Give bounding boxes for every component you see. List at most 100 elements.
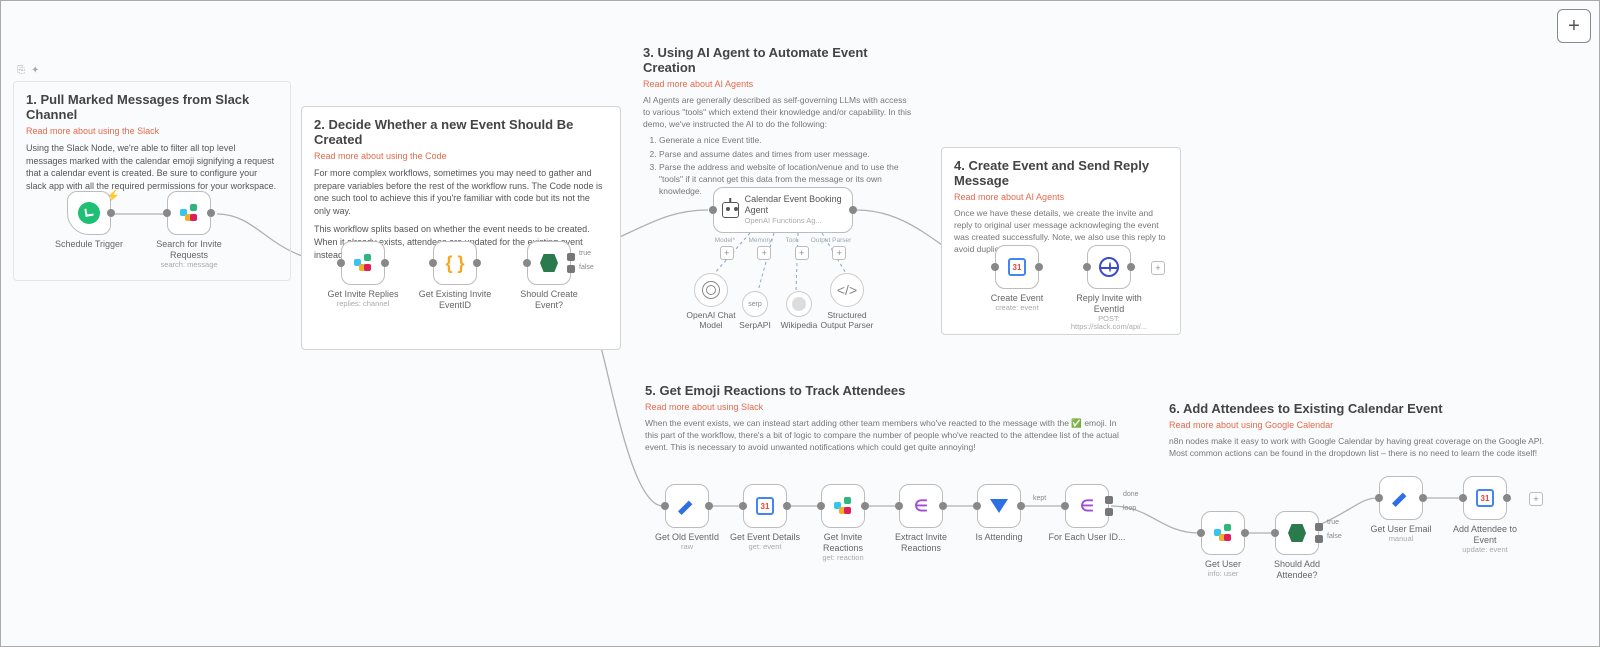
node-get-user-email[interactable]: Get User Email manual	[1361, 476, 1441, 543]
section-2-panel: 2. Decide Whether a new Event Should Be …	[301, 106, 621, 350]
section-6-title: 6. Add Attendees to Existing Calendar Ev…	[1169, 401, 1549, 416]
node-sublabel: info: user	[1183, 570, 1263, 578]
node-label: SerpAPI	[733, 320, 777, 330]
section-3-desc: AI Agents are generally described as sel…	[643, 95, 915, 131]
switch-icon	[540, 254, 558, 272]
code-output-icon: </>	[837, 282, 857, 298]
node-openai-model[interactable]: OpenAI Chat Model	[683, 273, 739, 330]
filter-kept-label: kept	[1033, 495, 1046, 502]
section-1-link[interactable]: Read more about using the Slack	[26, 126, 278, 136]
branch-false-label: false	[579, 264, 594, 271]
switch-icon	[1288, 524, 1306, 542]
code-icon: { }	[445, 253, 464, 274]
branch-true-label: true	[579, 250, 591, 257]
node-get-user[interactable]: Get User info: user	[1183, 511, 1263, 578]
node-sublabel: raw	[647, 543, 727, 551]
node-should-create-event[interactable]: Should Create Event?	[509, 241, 589, 311]
node-sublabel: POST: https://slack.com/api/...	[1069, 315, 1149, 332]
agent-add-memory[interactable]: +	[757, 246, 771, 260]
node-is-attending[interactable]: Is Attending	[959, 484, 1039, 543]
node-for-each-user[interactable]: ∈ For Each User ID...	[1047, 484, 1127, 543]
agent-port-parser: Output Parser	[811, 237, 851, 244]
agent-add-model[interactable]: +	[720, 246, 734, 260]
wikipedia-icon	[792, 297, 806, 311]
node-wikipedia[interactable]: Wikipedia	[777, 291, 821, 330]
node-get-replies[interactable]: Get Invite Replies replies: channel	[323, 241, 403, 308]
workflow-canvas[interactable]: + ⎘✦ 1. Pull Marked Messages from S	[0, 0, 1600, 647]
node-label: Should Add Attendee?	[1257, 559, 1337, 581]
slack-icon	[1214, 524, 1232, 542]
node-sublabel: get: event	[725, 543, 805, 551]
node-label: Is Attending	[959, 532, 1039, 543]
node-label: Reply Invite with EventId	[1069, 293, 1149, 315]
node-label: OpenAI Chat Model	[683, 310, 739, 330]
panel-handle-icons: ⎘✦	[17, 65, 39, 76]
node-reply-invite[interactable]: Reply Invite with EventId POST: https://…	[1069, 245, 1149, 331]
slack-icon	[834, 497, 852, 515]
extract-icon: ∈	[914, 496, 928, 516]
node-old-eventid[interactable]: Get Old EventId raw	[647, 484, 727, 551]
loop-icon: ∈	[1080, 496, 1094, 516]
add-after-attendee[interactable]: +	[1529, 492, 1543, 506]
node-label: Wikipedia	[777, 320, 821, 330]
node-sublabel: replies: channel	[323, 300, 403, 308]
node-output-parser[interactable]: </> Structured Output Parser	[819, 273, 875, 330]
openai-icon	[702, 281, 720, 299]
branch-true-label-2: true	[1327, 519, 1339, 526]
agent-add-parser[interactable]: +	[832, 246, 846, 260]
node-get-existing-eventid[interactable]: { } Get Existing Invite EventID	[415, 241, 495, 311]
node-label: Get Invite Reactions	[803, 532, 883, 554]
pencil-icon	[678, 497, 696, 515]
node-label: Extract Invite Reactions	[881, 532, 961, 554]
section-2-title: 2. Decide Whether a new Event Should Be …	[314, 117, 608, 147]
node-sublabel: get: reaction	[803, 554, 883, 562]
node-should-add-attendee[interactable]: Should Add Attendee?	[1257, 511, 1337, 581]
node-label: Add Attendee to Event	[1445, 524, 1525, 546]
loop-loop-label: loop	[1123, 505, 1136, 512]
node-event-details[interactable]: Get Event Details get: event	[725, 484, 805, 551]
node-sublabel: update: event	[1445, 546, 1525, 554]
section-3-title: 3. Using AI Agent to Automate Event Crea…	[643, 45, 915, 75]
node-search-invites[interactable]: Search for Invite Requests search: messa…	[149, 191, 229, 269]
node-sublabel: search: message	[149, 261, 229, 269]
node-sublabel: manual	[1361, 535, 1441, 543]
node-label: Calendar Event Booking Agent	[745, 194, 842, 214]
filter-icon	[990, 499, 1008, 513]
node-ai-agent[interactable]: Calendar Event Booking Agent OpenAI Funct…	[708, 187, 858, 260]
node-label: Should Create Event?	[509, 289, 589, 311]
slack-icon	[180, 204, 198, 222]
section-4-title: 4. Create Event and Send Reply Message	[954, 158, 1168, 188]
section-3-li2: Parse and assume dates and times from us…	[659, 149, 915, 161]
section-1-title: 1. Pull Marked Messages from Slack Chann…	[26, 92, 278, 122]
pencil-icon	[1392, 489, 1410, 507]
node-schedule-trigger[interactable]: ⚡ Schedule Trigger	[49, 191, 129, 250]
node-label: Schedule Trigger	[49, 239, 129, 250]
node-extract-reactions[interactable]: ∈ Extract Invite Reactions	[881, 484, 961, 554]
google-calendar-icon	[1476, 489, 1494, 507]
section-6-link[interactable]: Read more about using Google Calendar	[1169, 420, 1549, 430]
google-calendar-icon	[1008, 258, 1026, 276]
section-3-link[interactable]: Read more about AI Agents	[643, 79, 915, 89]
section-2-link[interactable]: Read more about using the Code	[314, 151, 608, 161]
node-invite-reactions[interactable]: Get Invite Reactions get: reaction	[803, 484, 883, 562]
clock-icon	[78, 202, 100, 224]
robot-icon	[722, 202, 739, 218]
section-1-desc: Using the Slack Node, we're able to filt…	[26, 142, 278, 192]
node-sublabel: create: event	[977, 304, 1057, 312]
add-node-button[interactable]: +	[1557, 9, 1591, 43]
node-serpapi[interactable]: serp SerpAPI	[733, 291, 777, 330]
node-create-event[interactable]: Create Event create: event	[977, 245, 1057, 312]
google-calendar-icon	[756, 497, 774, 515]
section-6-desc: n8n nodes make it easy to work with Goog…	[1169, 436, 1549, 460]
agent-add-tool[interactable]: +	[795, 246, 809, 260]
node-add-attendee[interactable]: Add Attendee to Event update: event	[1445, 476, 1525, 554]
section-4-link[interactable]: Read more about AI Agents	[954, 192, 1168, 202]
node-label: Search for Invite Requests	[149, 239, 229, 261]
node-sublabel: OpenAI Functions Ag...	[745, 216, 822, 225]
node-label: Get Existing Invite EventID	[415, 289, 495, 311]
globe-icon	[1099, 257, 1119, 277]
add-after-reply[interactable]: +	[1151, 261, 1165, 275]
branch-false-label-2: false	[1327, 533, 1342, 540]
slack-icon	[354, 254, 372, 272]
section-5-link[interactable]: Read more about using Slack	[645, 402, 1131, 412]
